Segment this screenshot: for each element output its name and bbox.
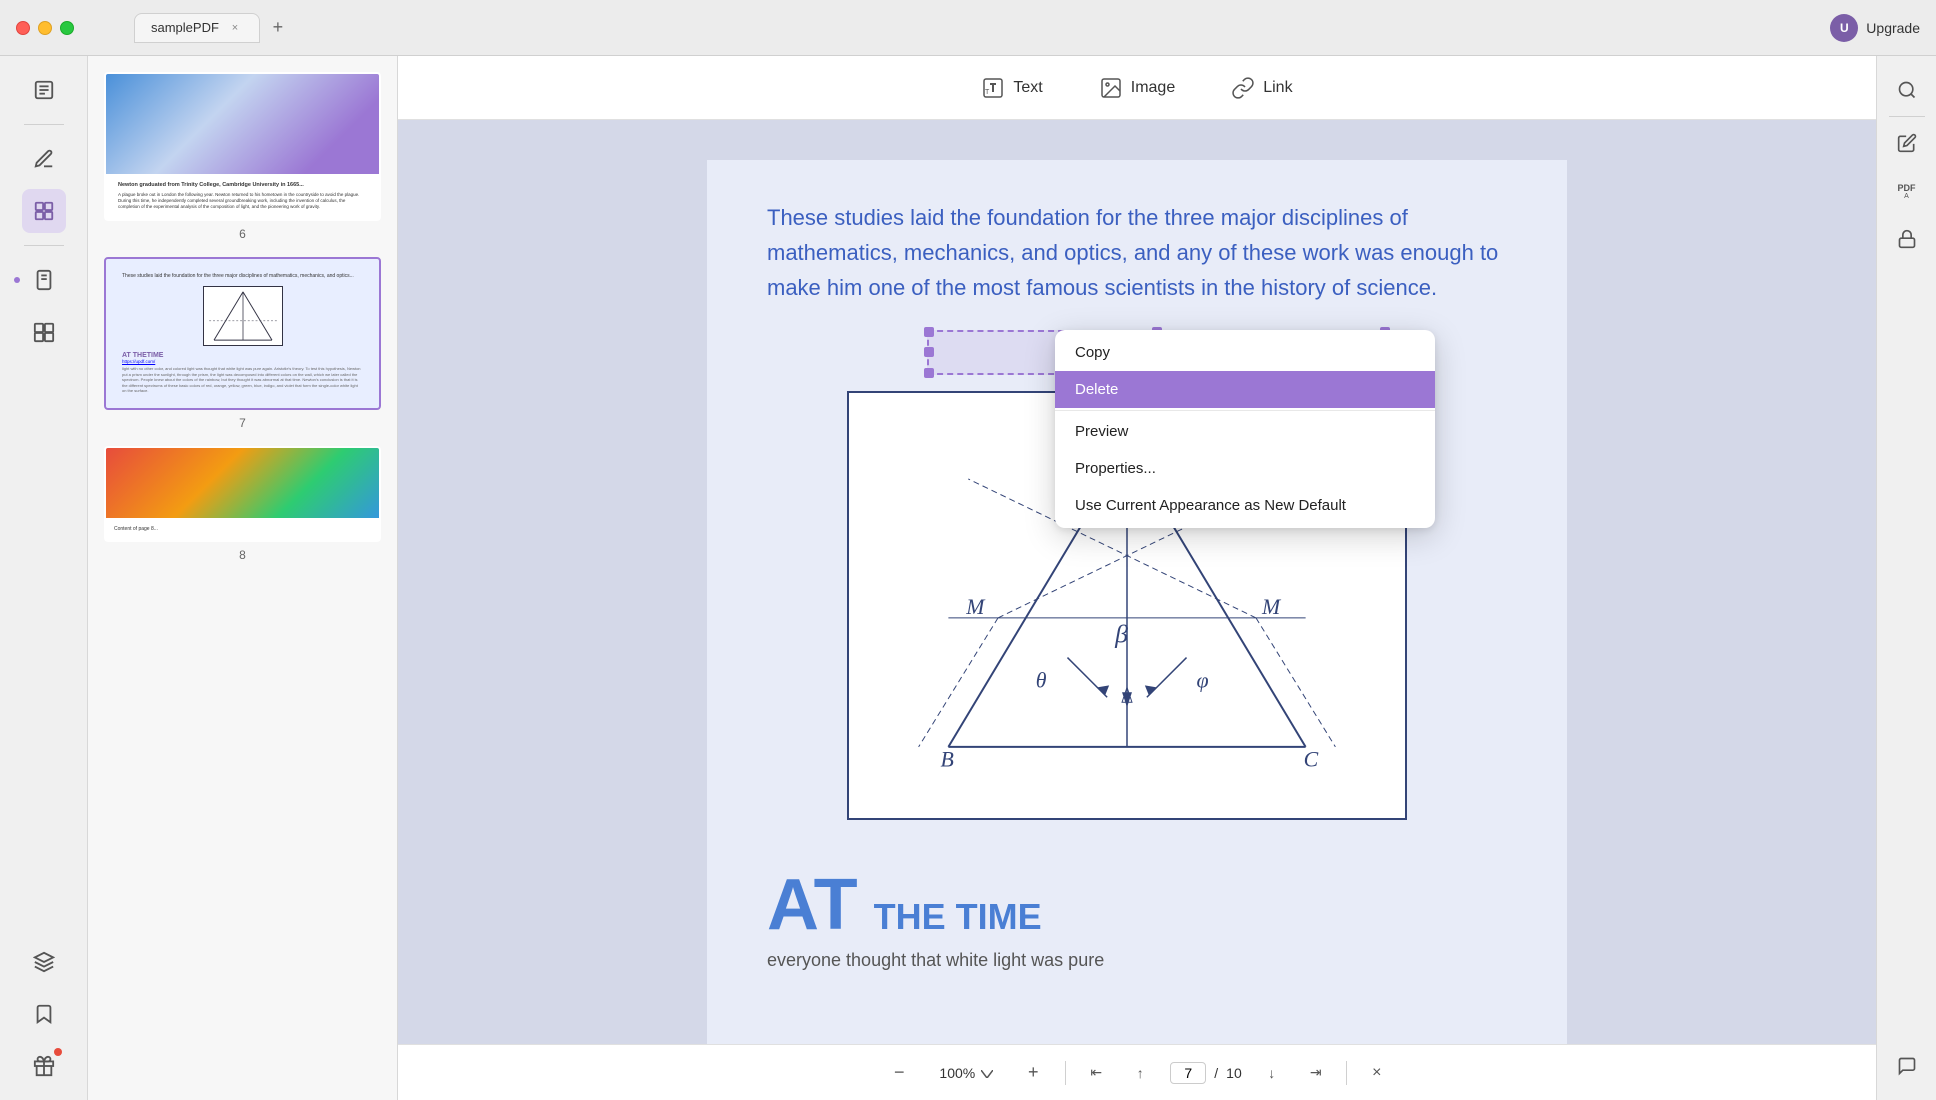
thumb6-text: Newton graduated from Trinity College, C… (106, 174, 379, 219)
svg-text:B: B (940, 747, 953, 771)
edit-icon-right[interactable] (1887, 123, 1927, 163)
the-time-text: THE TIME (874, 896, 1042, 938)
lock-icon-right[interactable] (1887, 219, 1927, 259)
thumb7-body: light with no other color, and colored l… (122, 366, 363, 394)
thumbnail-image-7: These studies laid the foundation for th… (104, 257, 381, 410)
go-next-button[interactable]: ↓ (1258, 1059, 1286, 1087)
tab-title: samplePDF (151, 20, 219, 35)
pdf-icon-right[interactable]: PDF A (1887, 171, 1927, 211)
sidebar-icon-pages[interactable] (22, 258, 66, 302)
thumbnail-image-8: Content of page 8... (104, 446, 381, 542)
image-tool-button[interactable]: Image (1087, 68, 1187, 108)
thumbnail-page-8[interactable]: Content of page 8... 8 (104, 446, 381, 562)
sidebar-icon-reader[interactable] (22, 68, 66, 112)
edit-toolbar: T Text Image Link (398, 56, 1876, 120)
context-menu-preview[interactable]: Preview (1055, 413, 1435, 450)
svg-text:θ: θ (1036, 668, 1047, 692)
main-content: These studies laid the foundation for th… (398, 120, 1876, 1100)
go-first-button[interactable]: ⇤ (1082, 1059, 1110, 1087)
context-menu-divider (1055, 410, 1435, 411)
tab-add-button[interactable]: + (264, 14, 292, 42)
go-prev-button[interactable]: ↑ (1126, 1059, 1154, 1087)
upgrade-button[interactable]: U Upgrade (1830, 14, 1920, 42)
at-text: AT (767, 864, 858, 946)
link-tool-button[interactable]: Link (1219, 68, 1304, 108)
total-pages: 10 (1226, 1065, 1242, 1081)
sidebar-icon-annotate[interactable] (22, 137, 66, 181)
zoom-out-button[interactable]: − (883, 1057, 915, 1089)
search-icon-right[interactable] (1887, 70, 1927, 110)
text-tool-button[interactable]: T Text (969, 68, 1054, 108)
sidebar-icon-layers[interactable] (22, 940, 66, 984)
svg-text:M: M (1261, 594, 1282, 618)
sidebar-icon-edit[interactable] (22, 189, 66, 233)
traffic-lights (0, 21, 74, 35)
handle-ml[interactable] (924, 347, 934, 357)
sidebar-icon-bookmark[interactable] (22, 992, 66, 1036)
thumbnail-page-6[interactable]: Newton graduated from Trinity College, C… (104, 72, 381, 241)
right-sidebar: PDF A (1876, 56, 1936, 1100)
tab-bar: samplePDF × + (134, 13, 292, 43)
svg-text:β: β (1114, 619, 1128, 648)
sidebar-divider-2 (24, 245, 64, 246)
thumbnail-image-6: Newton graduated from Trinity College, C… (104, 72, 381, 221)
left-sidebar (0, 56, 88, 1100)
close-window-button[interactable] (16, 21, 30, 35)
sidebar-icon-organize[interactable] (22, 310, 66, 354)
thumb7-diagram (203, 286, 283, 346)
sidebar-divider-1 (24, 124, 64, 125)
image-tool-label: Image (1131, 79, 1175, 97)
thumb7-title: AT THETIME (122, 352, 363, 359)
comment-icon-right[interactable] (1887, 1046, 1927, 1086)
go-last-button[interactable]: ⇥ (1302, 1059, 1330, 1087)
sub-text: everyone thought that white light was pu… (767, 950, 1507, 971)
close-edit-button[interactable]: × (1363, 1059, 1391, 1087)
tab-close-button[interactable]: × (227, 20, 243, 36)
thumbnail-page-number-7: 7 (104, 416, 381, 430)
page-navigation: / 10 (1170, 1062, 1241, 1084)
context-menu-delete[interactable]: Delete (1055, 371, 1435, 408)
thumbnail-page-7[interactable]: These studies laid the foundation for th… (104, 257, 381, 430)
thumb8-image (106, 448, 379, 518)
thumb7-link: https://updf.com/ (122, 359, 363, 364)
zoom-in-button[interactable]: + (1017, 1057, 1049, 1089)
context-menu-copy[interactable]: Copy (1055, 334, 1435, 371)
context-menu: Copy Delete Preview Properties... Use Cu… (1055, 330, 1435, 528)
tab-samplepdf[interactable]: samplePDF × (134, 13, 260, 43)
at-the-time-section: AT THE TIME (767, 840, 1507, 946)
maximize-window-button[interactable] (60, 21, 74, 35)
text-tool-label: Text (1013, 79, 1042, 97)
zoom-level-display: 100% (931, 1065, 1001, 1081)
svg-text:φ: φ (1196, 668, 1208, 692)
bottom-toolbar: − 100% + ⇤ ↑ / 10 ↓ ⇥ × (398, 1044, 1876, 1100)
thumbnail-page-number-6: 6 (104, 227, 381, 241)
right-divider-1 (1889, 116, 1925, 117)
page-separator: / (1214, 1065, 1218, 1081)
handle-bl[interactable] (924, 368, 934, 378)
user-avatar: U (1830, 14, 1858, 42)
current-page-input[interactable] (1170, 1062, 1206, 1084)
svg-text:C: C (1304, 747, 1319, 771)
titlebar: samplePDF × + U Upgrade (0, 0, 1936, 56)
thumbnail-panel: Newton graduated from Trinity College, C… (88, 56, 398, 1100)
bottom-divider-2 (1346, 1061, 1347, 1085)
bottom-divider-1 (1065, 1061, 1066, 1085)
context-menu-use-appearance[interactable]: Use Current Appearance as New Default (1055, 487, 1435, 524)
thumb6-image (106, 74, 379, 174)
thumb7-paragraph: These studies laid the foundation for th… (122, 273, 363, 281)
svg-text:T: T (985, 89, 990, 96)
thumbnail-page-number-8: 8 (104, 548, 381, 562)
context-menu-properties[interactable]: Properties... (1055, 450, 1435, 487)
handle-tl[interactable] (924, 327, 934, 337)
link-tool-label: Link (1263, 79, 1292, 97)
minimize-window-button[interactable] (38, 21, 52, 35)
pdf-page: These studies laid the foundation for th… (707, 160, 1567, 1060)
svg-text:M: M (965, 594, 986, 618)
sidebar-icon-gift[interactable] (22, 1044, 66, 1088)
pdf-intro-paragraph: These studies laid the foundation for th… (767, 200, 1507, 306)
upgrade-label: Upgrade (1866, 20, 1920, 36)
